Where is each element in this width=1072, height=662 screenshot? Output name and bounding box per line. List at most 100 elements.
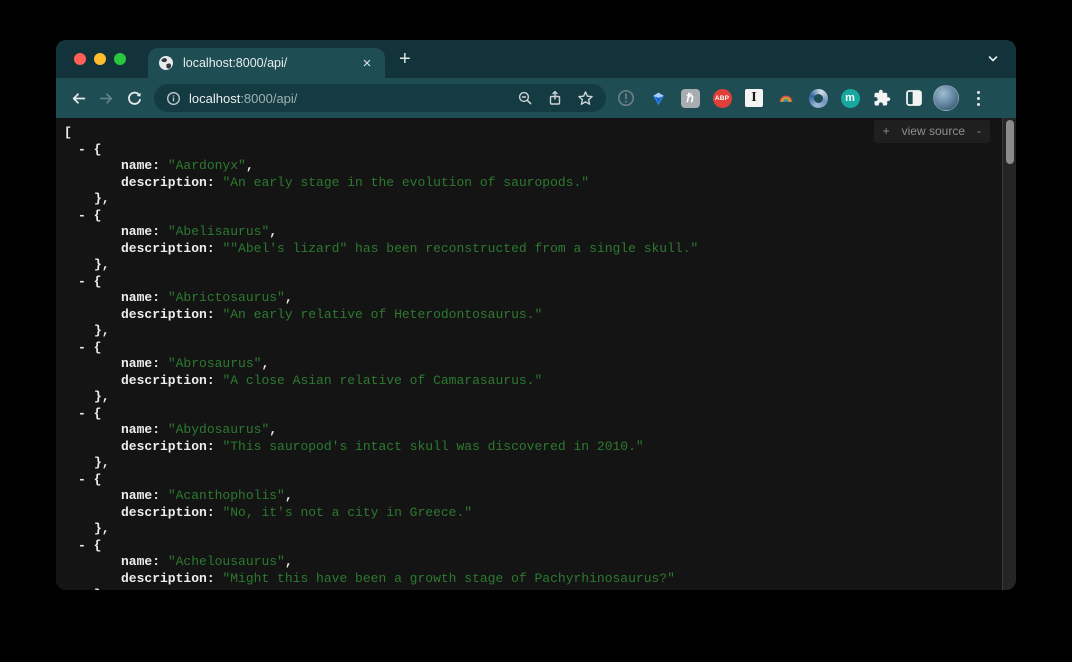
minimize-window-button[interactable] — [94, 53, 106, 65]
address-bar[interactable]: localhost:8000/api/ — [154, 84, 606, 112]
json-comma: , — [261, 356, 269, 371]
json-key-name: name: — [121, 356, 160, 371]
zoom-indicator-icon[interactable] — [517, 90, 533, 106]
close-window-button[interactable] — [74, 53, 86, 65]
collapse-all-button[interactable]: - — [977, 123, 981, 140]
json-line: - { — [56, 274, 1016, 291]
zoom-window-button[interactable] — [114, 53, 126, 65]
json-key-name: name: — [121, 488, 160, 503]
json-object-brace: { — [94, 208, 102, 223]
gem-extension-icon[interactable] — [642, 82, 674, 114]
json-line: name: "Acanthopholis", — [56, 488, 1016, 505]
json-line: name: "Abydosaurus", — [56, 422, 1016, 439]
json-object-close: }, — [94, 389, 110, 404]
json-line: - { — [56, 472, 1016, 489]
share-icon[interactable] — [547, 90, 563, 106]
reload-icon[interactable] — [120, 84, 148, 112]
collapse-toggle[interactable]: - — [78, 538, 86, 553]
json-object-brace: { — [94, 472, 102, 487]
json-line: description: "A close Asian relative of … — [56, 373, 1016, 390]
json-line: name: "Abelisaurus", — [56, 224, 1016, 241]
extensions-area: ℏ ABP I m — [610, 82, 994, 114]
json-string-name-value: "Abrosaurus" — [168, 356, 262, 371]
json-string-description-value: "An early relative of Heterodontosaurus.… — [222, 307, 542, 322]
browser-window: localhost:8000/api/ × + — [56, 40, 1016, 590]
json-key-description: description: — [121, 241, 215, 256]
instapaper-extension-icon[interactable]: I — [738, 82, 770, 114]
scrollbar-thumb[interactable] — [1006, 120, 1014, 164]
back-icon[interactable] — [64, 84, 92, 112]
url-host: localhost — [189, 91, 240, 106]
extensions-puzzle-icon[interactable] — [866, 82, 898, 114]
json-comma: , — [246, 158, 254, 173]
json-line: [ — [56, 125, 1016, 142]
browser-toolbar: localhost:8000/api/ — [56, 78, 1016, 118]
json-key-name: name: — [121, 224, 160, 239]
json-object-close: }, — [94, 455, 110, 470]
json-string-name-value: "Abrictosaurus" — [168, 290, 285, 305]
json-key-name: name: — [121, 554, 160, 569]
collapse-toggle[interactable]: - — [78, 274, 86, 289]
bookmark-star-icon[interactable] — [577, 90, 594, 107]
m-extension-icon[interactable]: m — [834, 82, 866, 114]
traffic-lights — [74, 53, 126, 65]
collapse-toggle[interactable]: - — [78, 340, 86, 355]
new-tab-button[interactable]: + — [399, 49, 411, 69]
collapse-toggle[interactable]: - — [78, 208, 86, 223]
json-line: name: "Aardonyx", — [56, 158, 1016, 175]
adblock-plus-extension-icon[interactable]: ABP — [706, 82, 738, 114]
json-string-name-value: "Achelousaurus" — [168, 554, 285, 569]
tab-search-chevron-icon[interactable] — [986, 52, 1000, 66]
json-line: }, — [56, 191, 1016, 208]
json-object-brace: { — [94, 538, 102, 553]
tab-strip: localhost:8000/api/ × + — [56, 40, 1016, 78]
json-line: name: "Achelousaurus", — [56, 554, 1016, 571]
json-key-name: name: — [121, 158, 160, 173]
hbar-extension-icon[interactable]: ℏ — [674, 82, 706, 114]
info-extension-icon[interactable] — [610, 82, 642, 114]
json-object-close: }, — [94, 257, 110, 272]
url-path: :8000/api/ — [240, 91, 297, 106]
forward-icon[interactable] — [92, 84, 120, 112]
json-key-description: description: — [121, 175, 215, 190]
profile-avatar[interactable] — [930, 82, 962, 114]
json-key-name: name: — [121, 422, 160, 437]
json-object-brace: { — [94, 142, 102, 157]
json-line: }, — [56, 257, 1016, 274]
json-line: name: "Abrosaurus", — [56, 356, 1016, 373]
menu-icon[interactable] — [962, 82, 994, 114]
desktop-background: localhost:8000/api/ × + — [0, 0, 1072, 662]
json-string-name-value: "Abelisaurus" — [168, 224, 269, 239]
tab-close-icon[interactable]: × — [359, 56, 375, 71]
json-line: }, — [56, 521, 1016, 538]
json-key-description: description: — [121, 439, 215, 454]
url-text[interactable]: localhost:8000/api/ — [189, 91, 503, 106]
page-info-icon[interactable] — [166, 91, 181, 106]
json-content: [- {name: "Aardonyx",description: "An ea… — [56, 118, 1016, 590]
side-panel-icon[interactable] — [898, 82, 930, 114]
json-string-description-value: "A close Asian relative of Camarasaurus.… — [222, 373, 542, 388]
json-line: description: "Might this have been a gro… — [56, 571, 1016, 588]
json-comma: , — [285, 554, 293, 569]
json-string-description-value: "This sauropod's intact skull was discov… — [222, 439, 643, 454]
json-line: description: "No, it's not a city in Gre… — [56, 505, 1016, 522]
json-string-description-value: ""Abel's lizard" has been reconstructed … — [222, 241, 698, 256]
json-key-description: description: — [121, 307, 215, 322]
collapse-toggle[interactable]: - — [78, 142, 86, 157]
json-line: }, — [56, 455, 1016, 472]
page-content: [- {name: "Aardonyx",description: "An ea… — [56, 118, 1016, 590]
json-string-name-value: "Abydosaurus" — [168, 422, 269, 437]
json-object-brace: { — [94, 406, 102, 421]
json-line: description: "This sauropod's intact sku… — [56, 439, 1016, 456]
collapse-toggle[interactable]: - — [78, 406, 86, 421]
view-source-button[interactable]: view source — [902, 123, 965, 140]
json-line: name: "Abrictosaurus", — [56, 290, 1016, 307]
tab-localhost[interactable]: localhost:8000/api/ × — [148, 48, 385, 78]
collapse-toggle[interactable]: - — [78, 472, 86, 487]
scrollbar-track[interactable] — [1002, 118, 1016, 590]
swirl-extension-icon[interactable] — [802, 82, 834, 114]
json-string-name-value: "Acanthopholis" — [168, 488, 285, 503]
expand-all-button[interactable]: + — [883, 123, 890, 140]
json-comma: , — [285, 488, 293, 503]
rainbow-extension-icon[interactable] — [770, 82, 802, 114]
